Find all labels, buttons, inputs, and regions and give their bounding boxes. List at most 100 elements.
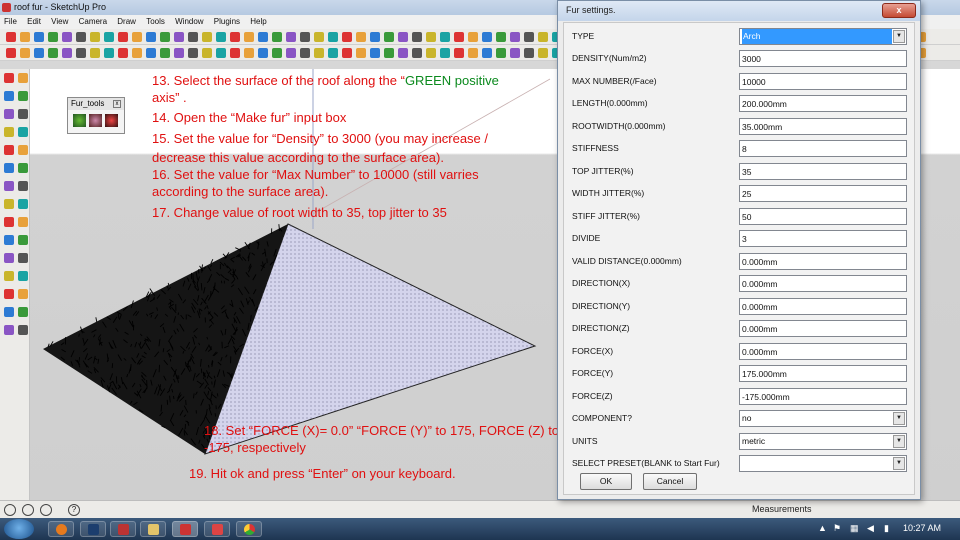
- taskbar-firefox[interactable]: [48, 521, 74, 537]
- toolbar-tool-icon[interactable]: [48, 32, 58, 42]
- toolbar-tool-icon[interactable]: [510, 32, 520, 42]
- menu-help[interactable]: Help: [246, 15, 270, 29]
- width-jitter-input[interactable]: [739, 185, 907, 202]
- credits-icon[interactable]: [22, 504, 34, 516]
- max-number-input[interactable]: [739, 73, 907, 90]
- menu-window[interactable]: Window: [171, 15, 207, 29]
- toolbar-tool-icon[interactable]: [454, 48, 464, 58]
- tray-show-hidden-icon[interactable]: ▲: [818, 523, 827, 533]
- taskbar-explorer[interactable]: [140, 521, 166, 537]
- palette-tool-icon[interactable]: [18, 253, 28, 263]
- taskbar-sketchup-alt[interactable]: [204, 521, 230, 537]
- palette-tool-icon[interactable]: [4, 181, 14, 191]
- palette-tool-icon[interactable]: [18, 271, 28, 281]
- valid-distance-input[interactable]: [739, 253, 907, 270]
- toolbar-tool-icon[interactable]: [230, 32, 240, 42]
- palette-tool-icon[interactable]: [4, 253, 14, 263]
- toolbar-tool-icon[interactable]: [328, 48, 338, 58]
- palette-tool-icon[interactable]: [18, 199, 28, 209]
- direction-z-input[interactable]: [739, 320, 907, 337]
- units-select[interactable]: metric ▼: [739, 433, 907, 450]
- palette-tool-icon[interactable]: [4, 307, 14, 317]
- force-z-input[interactable]: [739, 388, 907, 405]
- toolbar-tool-icon[interactable]: [244, 32, 254, 42]
- palette-tool-icon[interactable]: [4, 289, 14, 299]
- toolbar-tool-icon[interactable]: [538, 48, 548, 58]
- toolbar-tool-icon[interactable]: [328, 32, 338, 42]
- toolbar-tool-icon[interactable]: [384, 48, 394, 58]
- menu-edit[interactable]: Edit: [23, 15, 45, 29]
- toolbar-tool-icon[interactable]: [202, 32, 212, 42]
- palette-tool-icon[interactable]: [4, 325, 14, 335]
- toolbar-tool-icon[interactable]: [398, 48, 408, 58]
- toolbar-tool-icon[interactable]: [20, 48, 30, 58]
- toolbar-tool-icon[interactable]: [160, 48, 170, 58]
- palette-tool-icon[interactable]: [18, 127, 28, 137]
- toolbar-tool-icon[interactable]: [300, 32, 310, 42]
- toolbar-tool-icon[interactable]: [482, 32, 492, 42]
- force-y-input[interactable]: [739, 365, 907, 382]
- toolbar-tool-icon[interactable]: [286, 32, 296, 42]
- toolbar-tool-icon[interactable]: [454, 32, 464, 42]
- palette-tool-icon[interactable]: [4, 145, 14, 155]
- toolbar-tool-icon[interactable]: [370, 48, 380, 58]
- toolbar-tool-icon[interactable]: [496, 48, 506, 58]
- toolbar-tool-icon[interactable]: [468, 48, 478, 58]
- toolbar-tool-icon[interactable]: [314, 32, 324, 42]
- menu-file[interactable]: File: [0, 15, 21, 29]
- toolbar-tool-icon[interactable]: [524, 32, 534, 42]
- palette-tool-icon[interactable]: [18, 91, 28, 101]
- toolbar-tool-icon[interactable]: [426, 32, 436, 42]
- force-x-input[interactable]: [739, 343, 907, 360]
- palette-tool-icon[interactable]: [4, 73, 14, 83]
- toolbar-tool-icon[interactable]: [370, 32, 380, 42]
- palette-tool-icon[interactable]: [18, 73, 28, 83]
- palette-tool-icon[interactable]: [4, 127, 14, 137]
- top-jitter-input[interactable]: [739, 163, 907, 180]
- chevron-down-icon[interactable]: ▼: [893, 435, 905, 448]
- toolbar-tool-icon[interactable]: [174, 32, 184, 42]
- menu-draw[interactable]: Draw: [113, 15, 140, 29]
- toolbar-tool-icon[interactable]: [538, 32, 548, 42]
- toolbar-tool-icon[interactable]: [6, 32, 16, 42]
- ok-button[interactable]: OK: [580, 473, 632, 490]
- menu-camera[interactable]: Camera: [75, 15, 111, 29]
- tray-power-icon[interactable]: ▮: [884, 523, 889, 534]
- toolbar-tool-icon[interactable]: [146, 32, 156, 42]
- preset-select[interactable]: ▼: [739, 455, 907, 472]
- toolbar-tool-icon[interactable]: [188, 32, 198, 42]
- chevron-down-icon[interactable]: ▼: [893, 412, 905, 425]
- toolbar-tool-icon[interactable]: [76, 32, 86, 42]
- toolbar-tool-icon[interactable]: [202, 48, 212, 58]
- toolbar-tool-icon[interactable]: [48, 48, 58, 58]
- toolbar-tool-icon[interactable]: [440, 48, 450, 58]
- palette-tool-icon[interactable]: [18, 181, 28, 191]
- palette-tool-icon[interactable]: [18, 289, 28, 299]
- direction-x-input[interactable]: [739, 275, 907, 292]
- dialog-close-button[interactable]: x: [882, 3, 916, 18]
- palette-tool-icon[interactable]: [18, 163, 28, 173]
- rootwidth-input[interactable]: [739, 118, 907, 135]
- chevron-down-icon[interactable]: ▼: [893, 457, 905, 470]
- density-input[interactable]: [739, 50, 907, 67]
- taskbar-photoshop[interactable]: [80, 521, 106, 537]
- toolbar-tool-icon[interactable]: [300, 48, 310, 58]
- geo-location-icon[interactable]: [4, 504, 16, 516]
- toolbar-tool-icon[interactable]: [104, 48, 114, 58]
- direction-y-input[interactable]: [739, 298, 907, 315]
- menu-plugins[interactable]: Plugins: [210, 15, 244, 29]
- toolbar-tool-icon[interactable]: [230, 48, 240, 58]
- toolbar-tool-icon[interactable]: [426, 48, 436, 58]
- palette-tool-icon[interactable]: [18, 109, 28, 119]
- toolbar-tool-icon[interactable]: [216, 48, 226, 58]
- palette-tool-icon[interactable]: [18, 145, 28, 155]
- toolbar-tool-icon[interactable]: [118, 48, 128, 58]
- tray-flag-icon[interactable]: ⚑: [833, 523, 841, 534]
- toolbar-tool-icon[interactable]: [118, 32, 128, 42]
- toolbar-tool-icon[interactable]: [342, 32, 352, 42]
- palette-tool-icon[interactable]: [4, 271, 14, 281]
- toolbar-tool-icon[interactable]: [34, 48, 44, 58]
- component-select[interactable]: no ▼: [739, 410, 907, 427]
- start-button[interactable]: [4, 519, 34, 539]
- toolbar-tool-icon[interactable]: [440, 32, 450, 42]
